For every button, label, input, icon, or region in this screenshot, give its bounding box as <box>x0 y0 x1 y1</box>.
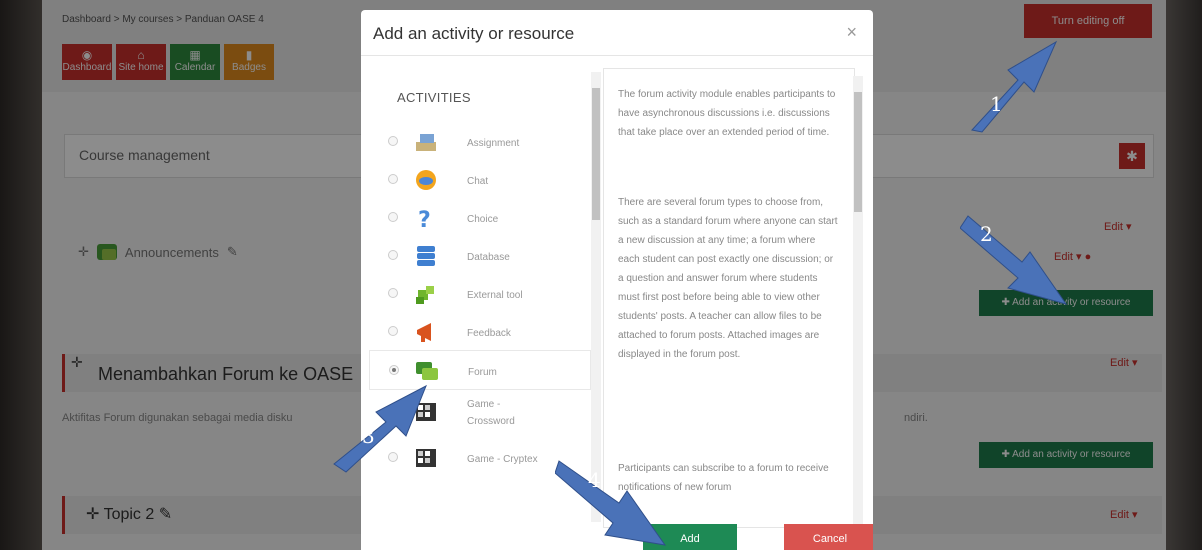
option-label: Database <box>467 252 510 263</box>
radio-feedback[interactable] <box>388 326 398 336</box>
megaphone-icon <box>413 320 439 344</box>
puzzle-icon <box>413 282 439 306</box>
description-paragraph-2: There are several forum types to choose … <box>618 197 838 360</box>
description-scrollbar[interactable] <box>853 76 863 526</box>
database-icon <box>413 244 439 268</box>
assignment-icon <box>413 130 439 154</box>
annotation-number-4: 4 <box>588 468 601 492</box>
scrollbar-thumb[interactable] <box>854 92 862 212</box>
option-label-line2: Crossword <box>467 416 515 427</box>
activities-heading: ACTIVITIES <box>397 90 471 105</box>
option-database[interactable]: Database <box>369 236 591 276</box>
option-label: External tool <box>467 290 523 301</box>
description-paragraph-1: The forum activity module enables partic… <box>618 89 836 138</box>
option-label: Feedback <box>467 328 511 339</box>
cancel-button[interactable]: Cancel <box>784 524 873 550</box>
question-icon: ? <box>413 206 439 233</box>
option-label: Choice <box>467 214 499 225</box>
option-label: Game - Cryptex <box>467 454 538 465</box>
option-choice[interactable]: ? Choice <box>369 198 591 238</box>
radio-chat[interactable] <box>388 174 398 184</box>
chat-icon <box>413 168 439 192</box>
scrollbar-thumb[interactable] <box>592 88 600 220</box>
annotation-number-2: 2 <box>980 222 993 246</box>
option-external-tool[interactable]: External tool <box>369 274 591 314</box>
option-label: Forum <box>468 367 497 378</box>
annotation-arrow-1 <box>971 40 1058 133</box>
radio-assignment[interactable] <box>388 136 398 146</box>
option-feedback[interactable]: Feedback <box>369 312 591 352</box>
radio-external-tool[interactable] <box>388 288 398 298</box>
option-label: Game - Crossword <box>467 396 515 430</box>
option-chat[interactable]: Chat <box>369 160 591 200</box>
dialog-title: Add an activity or resource <box>373 24 575 43</box>
annotation-arrow-4 <box>555 460 667 546</box>
annotation-number-3: 3 <box>362 424 375 448</box>
annotation-number-1: 1 <box>990 92 1003 116</box>
option-label-line1: Game - <box>467 399 501 410</box>
option-label: Chat <box>467 176 489 187</box>
option-assignment[interactable]: Assignment <box>369 122 591 162</box>
dialog-header: Add an activity or resource × <box>361 10 873 56</box>
radio-database[interactable] <box>388 250 398 260</box>
radio-choice[interactable] <box>388 212 398 222</box>
close-icon[interactable]: × <box>846 22 857 43</box>
svg-text:?: ? <box>418 208 431 230</box>
option-label: Assignment <box>467 138 520 149</box>
annotation-arrow-3 <box>333 384 427 473</box>
